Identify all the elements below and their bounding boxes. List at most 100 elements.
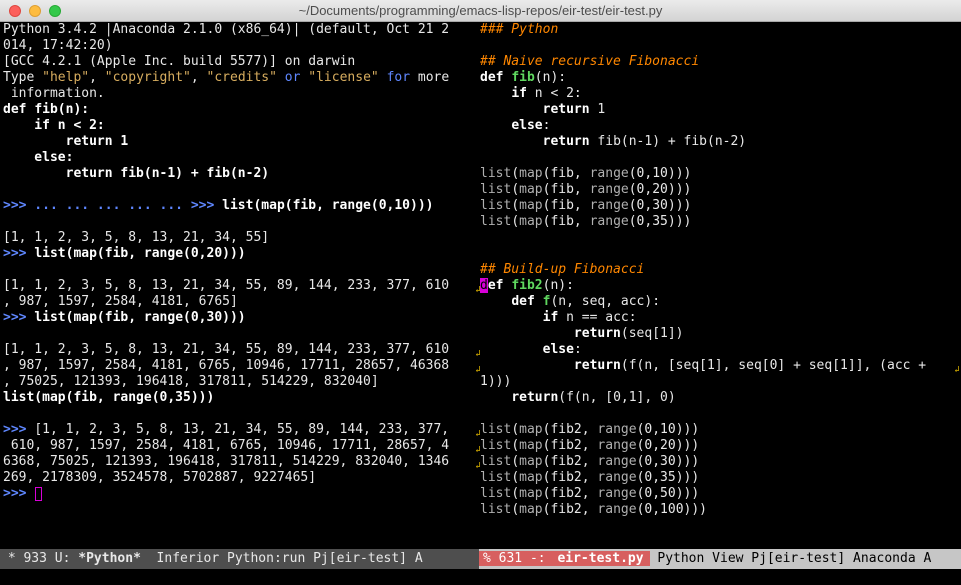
code-line: def f(n, seq, acc): [479,294,953,310]
wrap-indicator-icon: ↲ [475,349,481,359]
code-line: if n < 2: [479,86,953,102]
code-token: fib [34,102,58,117]
code-token: 1))) [480,374,512,389]
code-token: list(map(fib, range(0,30))) [34,310,246,325]
code-line: 610, 987, 1597, 2584, 4181, 6765, 10946,… [0,438,474,454]
code-token: >>> [3,246,35,261]
code-token: list [480,182,512,197]
code-token: ( [511,182,520,197]
cursor[interactable] [35,486,43,501]
wrap-indicator-icon: ↲ [475,365,481,375]
code-line: return(f(n, [0,1], 0) [479,390,953,406]
code-token: range [589,214,629,229]
code-token: (n): [542,278,574,293]
code-token: (0,35))) [628,214,692,229]
code-token: (fib2, [542,502,598,517]
code-token: range [589,166,629,181]
code-token: >>> [3,422,35,437]
code-token: def [480,70,512,85]
code-token: (0,50))) [636,486,700,501]
code-token: (0,30))) [628,198,692,213]
code-token: map [519,198,543,213]
code-token: ( [511,454,520,469]
code-token: (n): [57,102,90,117]
editor-pane[interactable]: ### Python ## Naive recursive Fibonacci de… [479,22,953,549]
code-token: (f(n, [0,1], 0) [558,390,676,405]
code-line: if n < 2: [0,118,474,134]
code-token: (fib2, [542,454,598,469]
python-repl-pane[interactable]: Python 3.4.2 |Anaconda 2.1.0 (x86_64)| (… [0,22,474,549]
code-line: return 1 [0,134,474,150]
code-token: range [597,470,637,485]
code-token: , 987, 1597, 2584, 4181, 6765, 10946, 17… [3,358,450,373]
code-token: return [542,134,590,149]
code-line: list(map(fib2, range(0,50))) [479,486,953,502]
echo-area[interactable] [0,569,961,585]
code-token: "copyright" [104,70,191,85]
code-token: , 987, 1597, 2584, 4181, 6765] [3,294,238,309]
code-line: , 987, 1597, 2584, 4181, 6765] [0,294,474,310]
code-token: , [89,70,105,85]
code-token: (fib, [542,198,590,213]
modeline-editor[interactable]: % 631 -: eir-test.py Python View Pj[eir-… [479,549,961,569]
code-token: return [542,102,590,117]
repl-output: Python 3.4.2 |Anaconda 2.1.0 (x86_64)| (… [0,22,474,502]
modeline-modes: Python View Pj[eir-test] Anaconda A [649,551,932,566]
modeline-repl[interactable]: * 933 U: *Python* Inferior Python:run Pj… [0,549,479,569]
code-line: Type "help", "copyright", "credits" or "… [0,70,474,86]
code-line: >>> [0,486,474,502]
code-token: return [573,326,621,341]
wrap-indicator-icon: ↲ [475,429,481,439]
code-token: "license" [308,70,379,85]
code-token: list [480,502,512,517]
code-line: [1, 1, 2, 3, 5, 8, 13, 21, 34, 55, 89, 1… [0,278,474,294]
code-line: information. [0,86,474,102]
code-token: 1 [589,102,606,117]
code-token: (0,30))) [636,454,700,469]
code-token: [GCC 4.2.1 (Apple Inc. build 5577)] on d… [3,54,356,69]
code-token: (fib2, [542,438,598,453]
code-token: Python 3.4.2 |Anaconda 2.1.0 (x86_64)| (… [3,22,450,37]
code-line: ## Build-up Fibonacci [479,262,953,278]
code-token: list [480,198,512,213]
code-token: (fib2, [542,470,598,485]
code-token: : [542,118,551,133]
code-line: def fib(n): [0,102,474,118]
code-line: [1, 1, 2, 3, 5, 8, 13, 21, 34, 55] [0,230,474,246]
code-token: map [519,486,543,501]
code-token: "credits" [206,70,277,85]
code-token: list [480,486,512,501]
code-token: [1, 1, 2, 3, 5, 8, 13, 21, 34, 55, 89, 1… [3,278,450,293]
code-token: list(map(fib, range(0,10))) [222,198,434,213]
code-line: return fib(n-1) + fib(n-2) [0,166,474,182]
code-token: map [519,454,543,469]
code-token: 269, 2178309, 3524578, 5702887, 9227465] [3,470,317,485]
code-token: list [480,214,512,229]
code-token: range [597,438,637,453]
code-line: list(map(fib2, range(0,100))) [479,502,953,518]
code-token: range [597,486,637,501]
code-line: >>> ... ... ... ... ... >>> list(map(fib… [0,198,474,214]
code-token: list [480,454,512,469]
code-token: fib2 [511,278,543,293]
code-token: range [597,454,637,469]
window-titlebar[interactable]: ~/Documents/programming/emacs-lisp-repos… [0,0,961,22]
code-token: (0,10))) [636,422,700,437]
code-token: map [519,422,543,437]
code-token: more [410,70,450,85]
code-token: return [511,390,559,405]
code-token: (n, seq, acc): [550,294,661,309]
code-token: else: [3,150,74,165]
